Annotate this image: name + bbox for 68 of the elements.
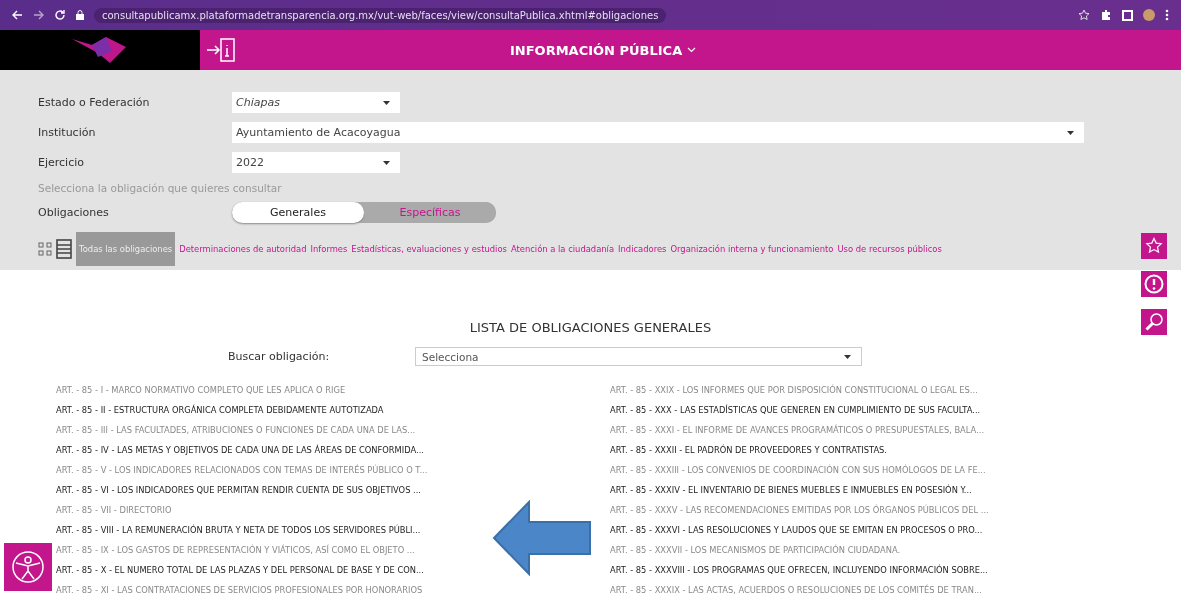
category-tab[interactable]: Determinaciones de autoridad — [179, 232, 307, 266]
chevron-icon — [687, 47, 697, 53]
category-tab[interactable]: Organización interna y funcionamiento — [670, 232, 834, 266]
obligation-link[interactable]: ART. - 85 - II - ESTRUCTURA ORGÁNICA COMPLETA DEBIDAMENTE AUTOTIZADA — [56, 400, 384, 420]
list-title: LISTA DE OBLIGACIONES GENERALES — [469, 320, 712, 335]
lock-icon — [76, 10, 84, 20]
list-view-icon[interactable] — [56, 239, 72, 259]
select-field[interactable]: Chiapas — [232, 92, 400, 113]
accessibility-icon — [11, 550, 45, 584]
obligation-link[interactable]: ART. - 85 - XXXVI - LAS RESOLUCIONES Y LAUDOS QUE SE EMITAN EN PROCESOS O PRO... — [610, 520, 983, 540]
obligation-link[interactable]: ART. - 85 - XXXIII - LOS CONVENIOS DE COORDINACIÓN CON SUS HOMÓLOGOS DE LA FE... — [610, 460, 986, 480]
toggle-option[interactable]: Generales — [232, 202, 364, 223]
obligation-link[interactable]: ART. - 85 - XI - LAS CONTRATACIONES DE SERVICIOS PROFESIONALES POR HONORARIOS — [56, 580, 423, 600]
dropdown-icon — [1067, 130, 1074, 135]
avatar-icon[interactable] — [1143, 9, 1155, 21]
alert-button[interactable] — [1141, 271, 1167, 297]
obligation-link[interactable]: ART. - 85 - V - LOS INDICADORES RELACIONADOS CON TEMAS DE INTERÉS PÚBLICO O T... — [56, 460, 428, 480]
menu-icon[interactable] — [1165, 9, 1169, 21]
select-field[interactable]: Ayuntamiento de Acacoyagua — [232, 122, 1084, 143]
forward-icon[interactable] — [33, 10, 44, 20]
category-tab[interactable]: Informes — [310, 232, 348, 266]
dropdown-icon — [383, 100, 390, 105]
star-icon[interactable] — [1078, 9, 1090, 21]
category-tab[interactable]: Todas las obligaciones — [76, 232, 176, 266]
field-label: Ejercicio — [38, 156, 85, 169]
obligation-link[interactable]: ART. - 85 - IX - LOS GASTOS DE REPRESENTACIÓN Y VIÁTICOS, ASÍ COMO EL OBJETO ... — [56, 540, 415, 560]
search-label: Buscar obligación: — [228, 350, 331, 363]
accessibility-button[interactable] — [4, 543, 52, 591]
obligation-link[interactable]: ART. - 85 - XXXIX - LAS ACTAS, ACUERDOS O RESOLUCIONES DE LOS COMITÉS DE TRAN... — [610, 580, 982, 600]
alert-icon — [1144, 274, 1164, 294]
field-label: Institución — [38, 126, 97, 139]
obligation-link[interactable]: ART. - 85 - XXXII - EL PADRÓN DE PROVEEDORES Y CONTRATISTAS. — [610, 440, 887, 460]
login-icon[interactable] — [206, 37, 236, 63]
menu-title[interactable]: INFORMACIÓN PÚBLICA — [510, 42, 697, 58]
field-label: Estado o Federación — [38, 96, 151, 109]
obligation-link[interactable]: ART. - 85 - III - LAS FACULTADES, ATRIBUCIONES O FUNCIONES DE CADA UNA DE LAS... — [56, 420, 416, 440]
obligation-link[interactable]: ART. - 85 - XXXIV - EL INVENTARIO DE BIENES MUEBLES E INMUEBLES EN POSESIÓN Y... — [610, 480, 972, 500]
category-tab[interactable]: Indicadores — [618, 232, 667, 266]
star-icon — [1145, 237, 1163, 255]
category-tab[interactable]: Estadísticas, evaluaciones y estudios — [351, 232, 507, 266]
grid-view-icon[interactable] — [38, 242, 52, 256]
puzzle-icon[interactable] — [1100, 9, 1112, 21]
category-tab[interactable]: Atención a la ciudadanía — [510, 232, 615, 266]
hint-text: Selecciona la obligación que quieres consultar — [37, 182, 283, 194]
back-icon[interactable] — [12, 10, 23, 20]
obligation-link[interactable]: ART. - 85 - VII - DIRECTORIO — [56, 500, 172, 520]
obligation-link[interactable]: ART. - 85 - IV - LAS METAS Y OBJETIVOS DE CADA UNA DE LAS ÁREAS DE CONFORMIDA... — [56, 440, 424, 460]
obligation-link[interactable]: ART. - 85 - XXXI - EL INFORME DE AVANCES PROGRAMÁTICOS O PRESUPUESTALES, BALA... — [610, 420, 985, 440]
category-tab[interactable]: Uso de recursos públicos — [837, 232, 942, 266]
dropdown-icon — [844, 354, 851, 359]
obligation-link[interactable]: ART. - 85 - XXXV - LAS RECOMENDACIONES EMITIDAS POR LOS ÓRGANOS PÚBLICOS DEL ... — [610, 500, 989, 520]
dropdown-icon — [383, 160, 390, 165]
obligation-link[interactable]: ART. - 85 - XXXVIII - LOS PROGRAMAS QUE OFRECEN, INCLUYENDO INFORMACIÓN SOBRE... — [610, 560, 988, 580]
obligation-link[interactable]: ART. - 85 - VI - LOS INDICADORES QUE PERMITAN RENDIR CUENTA DE SUS OBJETIVOS ... — [56, 480, 421, 500]
tools-button[interactable] — [1141, 309, 1167, 335]
favorite-button[interactable] — [1141, 233, 1167, 259]
obligation-link[interactable]: ART. - 85 - VIII - LA REMUNERACIÓN BRUTA Y NETA DE TODOS LOS SERVIDORES PÚBLI... — [56, 520, 421, 540]
obligation-link[interactable]: ART. - 85 - XXXVII - LOS MECANISMOS DE PARTICIPACIÓN CIUDADANA. — [610, 540, 901, 560]
address-bar[interactable]: consultapublicamx.plataformadetransparencia.org.mx/vut-web/faces/view/consultaPublica.xhtml#obligaciones — [94, 7, 667, 23]
square-icon[interactable] — [1122, 9, 1133, 21]
toggle-option[interactable]: Específicas — [364, 202, 496, 223]
field-label: Obligaciones — [38, 206, 110, 219]
obligation-link[interactable]: ART. - 85 - X - EL NUMERO TOTAL DE LAS PLAZAS Y DEL PERSONAL DE BASE Y DE CON... — [56, 560, 424, 580]
search-select[interactable]: Selecciona — [415, 347, 862, 366]
select-field[interactable]: 2022 — [232, 152, 400, 173]
reload-icon[interactable] — [54, 9, 66, 21]
obligation-link[interactable]: ART. - 85 - XXX - LAS ESTADÍSTICAS QUE GENEREN EN CUMPLIMIENTO DE SUS FACULTA... — [610, 400, 981, 420]
obligation-link[interactable]: ART. - 85 - XXIX - LOS INFORMES QUE POR DISPOSICIÓN CONSTITUCIONAL O LEGAL ES... — [610, 380, 978, 400]
